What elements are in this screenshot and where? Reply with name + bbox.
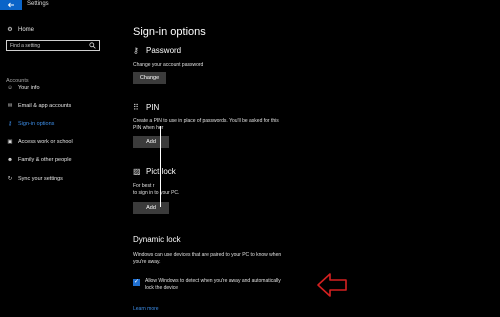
sync-icon: ↻ (7, 176, 13, 182)
sidebar-item-label: Family & other people (18, 157, 72, 163)
password-title: Password (146, 46, 182, 55)
dynamic-lock-checkbox-label[interactable]: Allow Windows to detect when you're away… (145, 278, 325, 292)
password-heading: ⚷ Password (133, 46, 181, 55)
checkmark-icon: ✓ (133, 279, 140, 285)
pin-description-line: Create a PIN to use in place of password… (133, 118, 279, 124)
section-label-accounts: Accounts (6, 78, 29, 84)
pin-description: Create a PIN to use in place of password… (133, 118, 279, 132)
keypad-icon: ⠿ (133, 103, 139, 112)
sidebar-item-sign-in-options[interactable]: ⚷ Sign-in options (6, 121, 54, 127)
dynamic-lock-description-line: you're away. (133, 259, 161, 265)
nav-home-label: Home (18, 27, 35, 33)
change-password-button[interactable]: Change (133, 72, 166, 84)
person-icon: ☺ (7, 85, 13, 91)
sidebar-item-family-other-people[interactable]: ☻ Family & other people (6, 157, 72, 163)
sidebar: ⚙ Home Accounts ☺ Your info ✉ Email & app a… (0, 10, 110, 317)
pin-heading: ⠿ PIN (133, 103, 159, 112)
sidebar-item-label: Sync your settings (18, 176, 63, 182)
add-pin-button[interactable]: Add (133, 136, 169, 148)
sidebar-item-access-work-school[interactable]: ▣ Access work or school (6, 139, 73, 145)
picture-description-line: For best r (133, 183, 155, 189)
red-arrow-annotation-icon (317, 273, 347, 297)
pin-title: PIN (146, 103, 160, 112)
sidebar-item-label: Your info (18, 85, 40, 91)
sidebar-item-email-app-accounts[interactable]: ✉ Email & app accounts (6, 103, 72, 109)
key-icon: ⚷ (133, 46, 139, 55)
picture-password-description: For best r to sign in to your PC. (133, 183, 179, 197)
key-icon: ⚷ (7, 121, 13, 127)
back-button[interactable] (0, 0, 22, 10)
sidebar-item-label: Access work or school (18, 139, 73, 145)
dynamic-lock-description-line: Windows can use devices that are paired … (133, 252, 282, 258)
dynamic-lock-description: Windows can use devices that are paired … (133, 252, 281, 266)
dynamic-lock-checkbox[interactable]: ✓ (133, 279, 140, 286)
password-description: Change your account password (133, 62, 204, 68)
pin-description-line: PIN when her (133, 125, 164, 131)
window-title: Settings (27, 1, 49, 7)
search-icon[interactable] (89, 42, 96, 49)
sidebar-item-label: Sign-in options (18, 121, 55, 127)
title-bar: Settings (0, 0, 500, 10)
checkbox-label-line: Allow Windows to detect when you're away… (145, 278, 281, 284)
picture-password-heading: ▨ Pict lock (133, 167, 176, 176)
learn-more-link[interactable]: Learn more (133, 306, 159, 312)
sidebar-item-your-info[interactable]: ☺ Your info (6, 85, 40, 91)
picture-description-line: to sign in to your PC. (133, 190, 180, 196)
checkbox-label-line: lock the device (145, 285, 179, 291)
picture-icon: ▨ (133, 167, 141, 176)
people-icon: ☻ (7, 157, 13, 163)
gear-icon: ⚙ (7, 27, 13, 33)
back-arrow-icon (7, 2, 14, 8)
sidebar-item-sync-settings[interactable]: ↻ Sync your settings (6, 176, 63, 182)
text-cursor (160, 126, 161, 207)
sidebar-item-label: Email & app accounts (18, 103, 72, 109)
nav-home[interactable]: ⚙ Home (6, 26, 34, 33)
dynamic-lock-heading: Dynamic lock (133, 235, 181, 244)
mail-icon: ✉ (7, 103, 13, 109)
search-input[interactable] (10, 42, 86, 50)
page-title: Sign-in options (133, 26, 206, 38)
briefcase-icon: ▣ (7, 139, 13, 145)
search-box[interactable] (6, 40, 100, 51)
add-picture-password-button[interactable]: Add (133, 202, 169, 214)
